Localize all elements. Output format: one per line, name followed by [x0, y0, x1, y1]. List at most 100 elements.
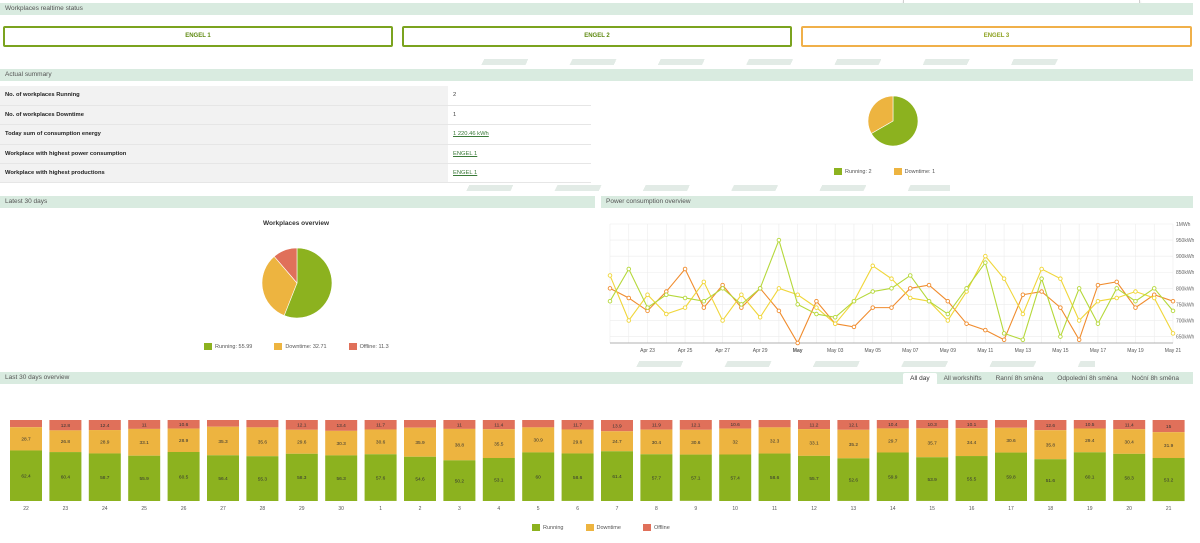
data-point [870, 305, 875, 310]
overview-pie-chart [262, 248, 332, 318]
y-tick-label: 800kWh [1176, 286, 1195, 292]
legend-item-offline: Offline [642, 524, 670, 531]
x-tick-label: May 11 [977, 348, 993, 354]
bar-data-label: 10.1 [967, 422, 977, 428]
bar-data-label: 35.3 [218, 439, 228, 445]
x-tick-label: 17 [1008, 506, 1014, 512]
data-point [645, 292, 650, 298]
data-point [945, 311, 951, 317]
legend-label: Downtime [596, 524, 621, 531]
x-tick-label: 18 [1048, 506, 1054, 512]
bar-data-label: 26.8 [61, 439, 71, 445]
x-tick-label: 20 [1126, 506, 1132, 512]
x-tick-label: 30 [338, 506, 344, 512]
bar-data-label: 53.9 [928, 477, 938, 483]
highest-production-link[interactable]: ENGEL 1 [453, 170, 477, 176]
legend-item-running: Running: 2 [834, 168, 872, 175]
data-point [832, 321, 838, 326]
tab-morning-shift[interactable]: Ranní 8h směna [989, 373, 1051, 385]
bar-data-label: 35.8 [1046, 443, 1056, 449]
highest-power-link[interactable]: ENGEL 1 [453, 151, 477, 157]
tab-all-workshifts[interactable]: All workshifts [937, 373, 989, 385]
x-tick-label: 25 [141, 506, 147, 512]
bar-data-label: 58.3 [1125, 475, 1135, 481]
divider-band [595, 361, 1095, 367]
bar-data-label: 30.9 [534, 438, 544, 444]
data-point [682, 266, 688, 272]
legend-item-offline: Offline: 11.3 [348, 343, 389, 350]
bar-data-label: 13.9 [612, 423, 622, 429]
bar-data-label: 10.6 [179, 422, 189, 428]
bar-segment-offline [10, 420, 42, 428]
x-tick-label: 15 [929, 506, 935, 512]
bar-segment-offline [404, 420, 436, 428]
workplace-tile-engel3[interactable]: ENGEL 3 [801, 26, 1192, 47]
data-point [682, 295, 688, 301]
x-tick-label: 29 [299, 506, 305, 512]
data-point [626, 266, 632, 272]
divider-band [425, 185, 950, 191]
data-point [1058, 334, 1063, 339]
data-point [1133, 305, 1138, 310]
x-tick-label: 28 [260, 506, 266, 512]
table-row: No. of workplaces Downtime 1 [0, 105, 591, 126]
data-point [1095, 282, 1101, 288]
bar-data-label: 60.5 [179, 474, 189, 480]
bar-data-label: 53.1 [494, 477, 504, 483]
x-tick-label: Apr 29 [753, 348, 768, 354]
bar-data-label: 55.9 [140, 476, 150, 482]
data-point [983, 260, 988, 265]
workplace-tile-engel1[interactable]: ENGEL 1 [3, 26, 393, 47]
data-point [926, 282, 932, 288]
data-point [1133, 298, 1138, 304]
data-point [1058, 276, 1063, 281]
bar-data-label: 54.6 [415, 477, 425, 483]
pie-chart-title: Workplaces overview [263, 220, 329, 227]
bar-data-label: 29.7 [888, 438, 898, 444]
bar-data-label: 12.1 [849, 423, 859, 429]
bar-data-label: 60 [536, 475, 542, 481]
section-header-summary: Actual summary [0, 69, 1193, 81]
x-tick-label: 24 [102, 506, 108, 512]
bar-data-label: 58.6 [573, 475, 583, 481]
data-point [1020, 292, 1026, 298]
legend-label: Running: 2 [845, 168, 872, 175]
data-point [1095, 298, 1101, 304]
table-row: Workplace with highest productions ENGEL… [0, 163, 591, 184]
bar-data-label: 51.6 [1046, 478, 1056, 484]
bar-data-label: 12.1 [297, 423, 307, 429]
bar-data-label: 58.3 [297, 475, 307, 481]
x-tick-label: May 19 [1127, 348, 1144, 354]
data-point [757, 315, 763, 320]
bar-data-label: 58.7 [100, 475, 110, 481]
data-point [814, 311, 819, 317]
bar-data-label: 28.9 [179, 438, 189, 444]
tab-all-day[interactable]: All day [903, 373, 937, 385]
bar-data-label: 38.8 [455, 442, 465, 448]
table-row: No. of workplaces Running 2 [0, 86, 591, 106]
data-point [908, 295, 913, 301]
shift-tabs: All day All workshifts Ranní 8h směna Od… [903, 373, 1186, 385]
x-tick-label: 23 [63, 506, 69, 512]
x-tick-label: May 13 [1015, 348, 1032, 354]
tab-afternoon-shift[interactable]: Odpolední 8h směna [1050, 373, 1124, 385]
status-pie-legend: Running: 2 Downtime: 1 [834, 168, 935, 175]
data-point [664, 292, 669, 298]
bar-data-label: 11 [142, 422, 147, 428]
data-point [889, 276, 894, 281]
data-point [701, 279, 707, 285]
energy-link[interactable]: 1 220.46 kWh [453, 131, 489, 137]
bar-data-label: 34.4 [967, 440, 977, 446]
summary-label: No. of workplaces Running [0, 86, 448, 106]
x-tick-label: Apr 23 [640, 348, 655, 354]
bar-data-label: 11.7 [573, 423, 582, 429]
bar-data-label: 57.7 [652, 475, 662, 481]
bar-data-label: 56.4 [218, 476, 228, 482]
bar-data-label: 60.1 [1085, 474, 1095, 480]
tab-night-shift[interactable]: Noční 8h směna [1125, 373, 1186, 385]
bar-data-label: 15 [1166, 424, 1172, 430]
bar-data-label: 59.9 [888, 475, 898, 481]
table-row: Workplace with highest power consumption… [0, 144, 591, 165]
bar-segment-offline [246, 420, 279, 428]
workplace-tile-engel2[interactable]: ENGEL 2 [402, 26, 792, 47]
